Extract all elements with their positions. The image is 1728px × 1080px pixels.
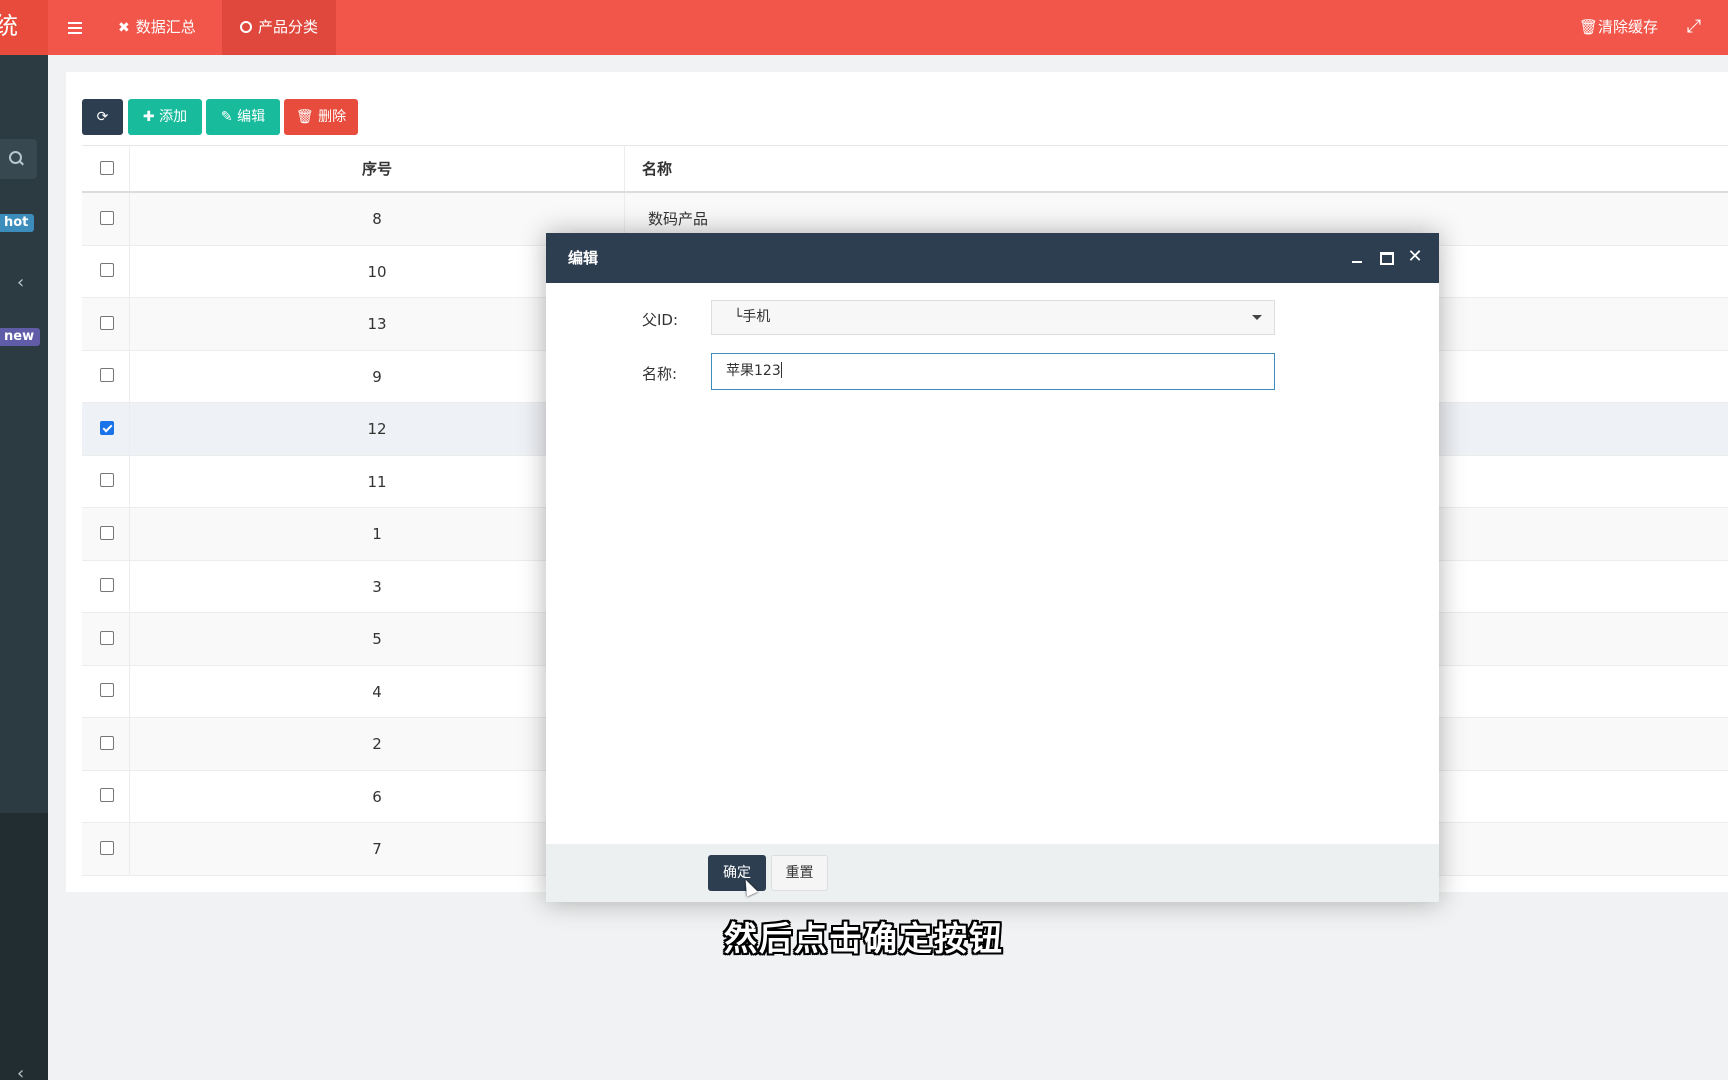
refresh-button[interactable]: ⟳ [82, 99, 123, 135]
menu-toggle-icon[interactable] [60, 12, 90, 42]
expand-icon[interactable]: ⤢ [1684, 17, 1704, 37]
minimize-icon[interactable] [1349, 249, 1365, 265]
row-checkbox[interactable] [100, 840, 114, 855]
delete-button[interactable]: 🗑 删除 [284, 99, 358, 135]
row-checkbox[interactable] [100, 368, 114, 383]
row-checkbox[interactable] [100, 420, 114, 435]
row-checkbox[interactable] [100, 683, 114, 698]
row-checkbox[interactable] [100, 735, 114, 750]
top-header: 统 ✖ 数据汇总 产品分类 🗑清除缓存 ⤢ [0, 0, 1728, 55]
tab-product-category-label: 产品分类 [258, 18, 319, 36]
parent-id-label: 父ID: [642, 311, 679, 329]
row-checkbox[interactable] [100, 630, 114, 645]
column-header-id[interactable]: 序号 [130, 146, 625, 191]
row-checkbox[interactable] [100, 473, 114, 488]
confirm-button[interactable]: 确定 [708, 855, 766, 891]
row-checkbox[interactable] [100, 315, 114, 330]
app-logo: 统 [0, 0, 48, 55]
dialog-titlebar[interactable]: 编辑 ✕ [546, 233, 1439, 283]
tab-dashboard-label: 数据汇总 [135, 18, 196, 36]
row-checkbox[interactable] [100, 788, 114, 803]
add-button[interactable]: ✚ 添加 [128, 99, 202, 135]
row-checkbox[interactable] [100, 525, 114, 540]
column-header-name[interactable]: 名称 [637, 146, 672, 191]
clear-cache-label: 清除缓存 [1597, 18, 1658, 36]
hot-badge[interactable]: hot [0, 214, 35, 232]
dialog-footer: 确定 重置 [546, 844, 1439, 902]
dialog-title: 编辑 [568, 249, 599, 267]
row-checkbox[interactable] [100, 263, 114, 278]
tab-dashboard[interactable]: ✖ 数据汇总 [100, 0, 214, 55]
parent-id-value: └手机 [734, 309, 771, 325]
reset-button[interactable]: 重置 [771, 855, 828, 891]
edit-button[interactable]: ✎ 编辑 [206, 99, 280, 135]
video-subtitle: 然后点击确定按钮 [724, 919, 1004, 958]
tab-product-category[interactable]: 产品分类 [222, 0, 337, 55]
select-all-checkbox[interactable] [100, 160, 114, 175]
caret-down-icon [1252, 315, 1262, 320]
row-checkbox[interactable] [100, 578, 114, 593]
refresh-icon: ⟳ [96, 109, 109, 125]
circle-icon [240, 21, 252, 33]
name-label: 名称: [642, 365, 678, 383]
close-icon[interactable]: ✕ [1407, 248, 1423, 266]
new-badge[interactable]: new [0, 328, 41, 346]
row-checkbox[interactable] [100, 210, 114, 225]
clear-cache-button[interactable]: 🗑清除缓存 [1579, 0, 1658, 55]
maximize-icon[interactable] [1378, 249, 1394, 265]
name-input-value: 苹果123 [726, 363, 781, 379]
edit-dialog: 编辑 ✕ 父ID: └手机 名称: 苹果123 确定 重置 [546, 233, 1439, 902]
chevron-left-icon[interactable]: ‹ [17, 272, 24, 293]
sidebar-menu: hot ‹ new [0, 55, 48, 813]
parent-id-select[interactable]: └手机 [711, 300, 1275, 335]
search-icon[interactable] [0, 139, 37, 179]
sidebar-collapse-icon[interactable]: ‹ [17, 1063, 24, 1080]
name-input[interactable]: 苹果123 [711, 353, 1275, 390]
table-header-row: 序号 名称 [82, 146, 1728, 193]
dashboard-icon: ✖ [118, 20, 130, 36]
